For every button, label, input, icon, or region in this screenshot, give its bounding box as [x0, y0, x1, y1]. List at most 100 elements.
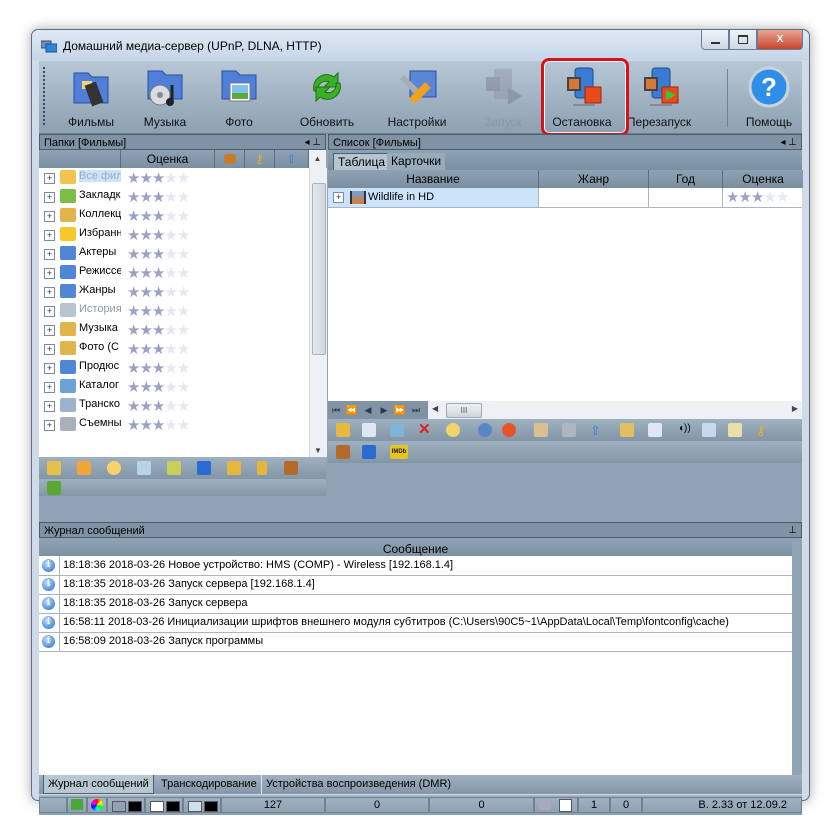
flash-list-icon[interactable] [728, 423, 742, 437]
edit-folder-icon[interactable] [47, 461, 61, 475]
log-entry[interactable]: i 18:18:36 2018-03-26 Новое устройство: H… [39, 556, 792, 576]
star-icon[interactable]: ★ [152, 417, 165, 434]
scroll-up-button[interactable]: ▲ [309, 150, 326, 168]
users-icon[interactable] [284, 461, 298, 475]
star-icon[interactable]: ★ [152, 170, 165, 187]
log-entry[interactable]: i 18:18:35 2018-03-26 Запуск сервера [39, 594, 792, 614]
log-entry[interactable]: i 16:58:09 2018-03-26 Запуск программы [39, 632, 792, 652]
tree-item[interactable]: + Закладк ★★★★★ [39, 187, 309, 206]
star-icon[interactable]: ★ [152, 398, 165, 415]
rating-stars[interactable]: ★★★★★ [127, 340, 190, 358]
column-header-genre[interactable]: Жанр [539, 170, 649, 188]
folder-tree-scrollbar[interactable]: ▼ [309, 168, 327, 457]
tree-item[interactable]: + Режиссе ★★★★★ [39, 263, 309, 282]
star-icon[interactable]: ★ [177, 284, 190, 301]
music-button[interactable]: Музыка [127, 65, 203, 129]
tree-item[interactable]: + История ★★★★★ [39, 301, 309, 320]
tools-icon[interactable] [562, 423, 576, 437]
rating-stars[interactable]: ★★★★★ [127, 283, 190, 301]
star-icon[interactable]: ★ [164, 322, 177, 339]
star-icon[interactable]: ★ [177, 246, 190, 263]
save-icon[interactable] [362, 445, 376, 459]
star-icon[interactable]: ★ [164, 208, 177, 225]
key-icon[interactable] [257, 461, 267, 475]
tab-transcoding[interactable]: Транскодирование [157, 775, 261, 794]
tree-item[interactable]: + Каталог ★★★★★ [39, 377, 309, 396]
star-icon[interactable]: ★ [177, 398, 190, 415]
sort-icon[interactable]: ⇧ [590, 423, 604, 438]
rating-stars[interactable]: ★★★★★ [127, 226, 190, 244]
star-icon[interactable]: ★ [177, 322, 190, 339]
expand-button[interactable]: + [44, 287, 55, 298]
burst-icon[interactable] [502, 423, 516, 437]
tab-table[interactable]: Таблица [333, 153, 391, 170]
star-icon[interactable]: ★ [164, 189, 177, 206]
star-icon[interactable]: ★ [152, 341, 165, 358]
star-icon[interactable]: ★ [139, 189, 152, 206]
delete-icon[interactable]: ✕ [418, 420, 432, 438]
expand-button[interactable]: + [44, 325, 55, 336]
star-icon[interactable]: ★ [177, 189, 190, 206]
note-icon[interactable] [648, 423, 662, 437]
folder-import-icon[interactable] [227, 461, 241, 475]
star-icon[interactable]: ★ [127, 360, 140, 377]
column-header-rating[interactable]: Оценка [723, 170, 803, 188]
star-icon[interactable]: ★ [164, 284, 177, 301]
next-record-button[interactable]: ▶ [376, 401, 392, 419]
star-icon[interactable]: ★ [763, 189, 776, 206]
star-icon[interactable]: ★ [177, 265, 190, 282]
color-swatch-pair-1[interactable] [107, 797, 145, 813]
first-record-button[interactable]: ⏮ [328, 401, 344, 419]
star-icon[interactable]: ★ [139, 417, 152, 434]
star-icon[interactable]: ★ [152, 360, 165, 377]
star-icon[interactable]: ★ [127, 417, 140, 434]
pin-icon[interactable]: ◂ ⊥ [780, 135, 797, 151]
folder-refresh-icon[interactable] [167, 461, 181, 475]
star-icon[interactable]: ★ [127, 189, 140, 206]
star-icon[interactable]: ★ [177, 227, 190, 244]
column-header-users[interactable] [215, 150, 245, 168]
star-icon[interactable]: ★ [139, 246, 152, 263]
scroll-left-button[interactable]: ◀ [432, 404, 438, 413]
prev-page-button[interactable]: ⏪ [344, 401, 360, 419]
pin-icon[interactable]: ◂ ⊥ [304, 135, 321, 151]
tree-item[interactable]: + Транско ★★★★★ [39, 396, 309, 415]
star-icon[interactable]: ★ [139, 208, 152, 225]
star-icon[interactable]: ★ [127, 246, 140, 263]
column-header-rating[interactable]: Оценка [121, 150, 215, 168]
rating-stars[interactable]: ★★★★★ [726, 188, 789, 207]
start-button[interactable]: Запуск [465, 65, 541, 129]
star-icon[interactable]: ★ [164, 360, 177, 377]
restart-button[interactable]: Перезапуск [621, 65, 697, 129]
weather-icon[interactable] [107, 461, 121, 475]
tab-cards[interactable]: Карточки [387, 153, 446, 170]
films-button[interactable]: Фильмы [53, 65, 129, 129]
color-wheel-icon[interactable] [87, 797, 107, 813]
next-page-button[interactable]: ⏩ [392, 401, 408, 419]
star-icon[interactable]: ★ [164, 398, 177, 415]
palm-icon[interactable] [47, 481, 61, 495]
tree-item[interactable]: + Жанры ★★★★★ [39, 282, 309, 301]
table-row[interactable]: + Wildlife in HD ★★★★★ [328, 188, 802, 208]
folder-sun-icon[interactable] [77, 461, 91, 475]
column-header-year[interactable]: Год [649, 170, 723, 188]
star-icon[interactable]: ★ [152, 265, 165, 282]
weather-icon[interactable] [446, 423, 460, 437]
prev-record-button[interactable]: ◀ [360, 401, 376, 419]
rating-stars[interactable]: ★★★★★ [127, 359, 190, 377]
last-record-button[interactable]: ⏭ [408, 401, 424, 419]
star-icon[interactable]: ★ [139, 322, 152, 339]
star-icon[interactable]: ★ [127, 284, 140, 301]
star-icon[interactable]: ★ [164, 227, 177, 244]
rating-stars[interactable]: ★★★★★ [127, 321, 190, 339]
expand-button[interactable]: + [44, 173, 55, 184]
column-header-title[interactable]: Название [328, 170, 539, 188]
folder-settings-icon[interactable] [534, 423, 548, 437]
folder-check-icon[interactable] [620, 423, 634, 437]
expand-button[interactable]: + [44, 306, 55, 317]
star-icon[interactable]: ★ [152, 208, 165, 225]
rating-stars[interactable]: ★★★★★ [127, 302, 190, 320]
photo-button[interactable]: Фото [201, 65, 277, 129]
star-icon[interactable]: ★ [152, 322, 165, 339]
grid-icon[interactable] [137, 461, 151, 475]
